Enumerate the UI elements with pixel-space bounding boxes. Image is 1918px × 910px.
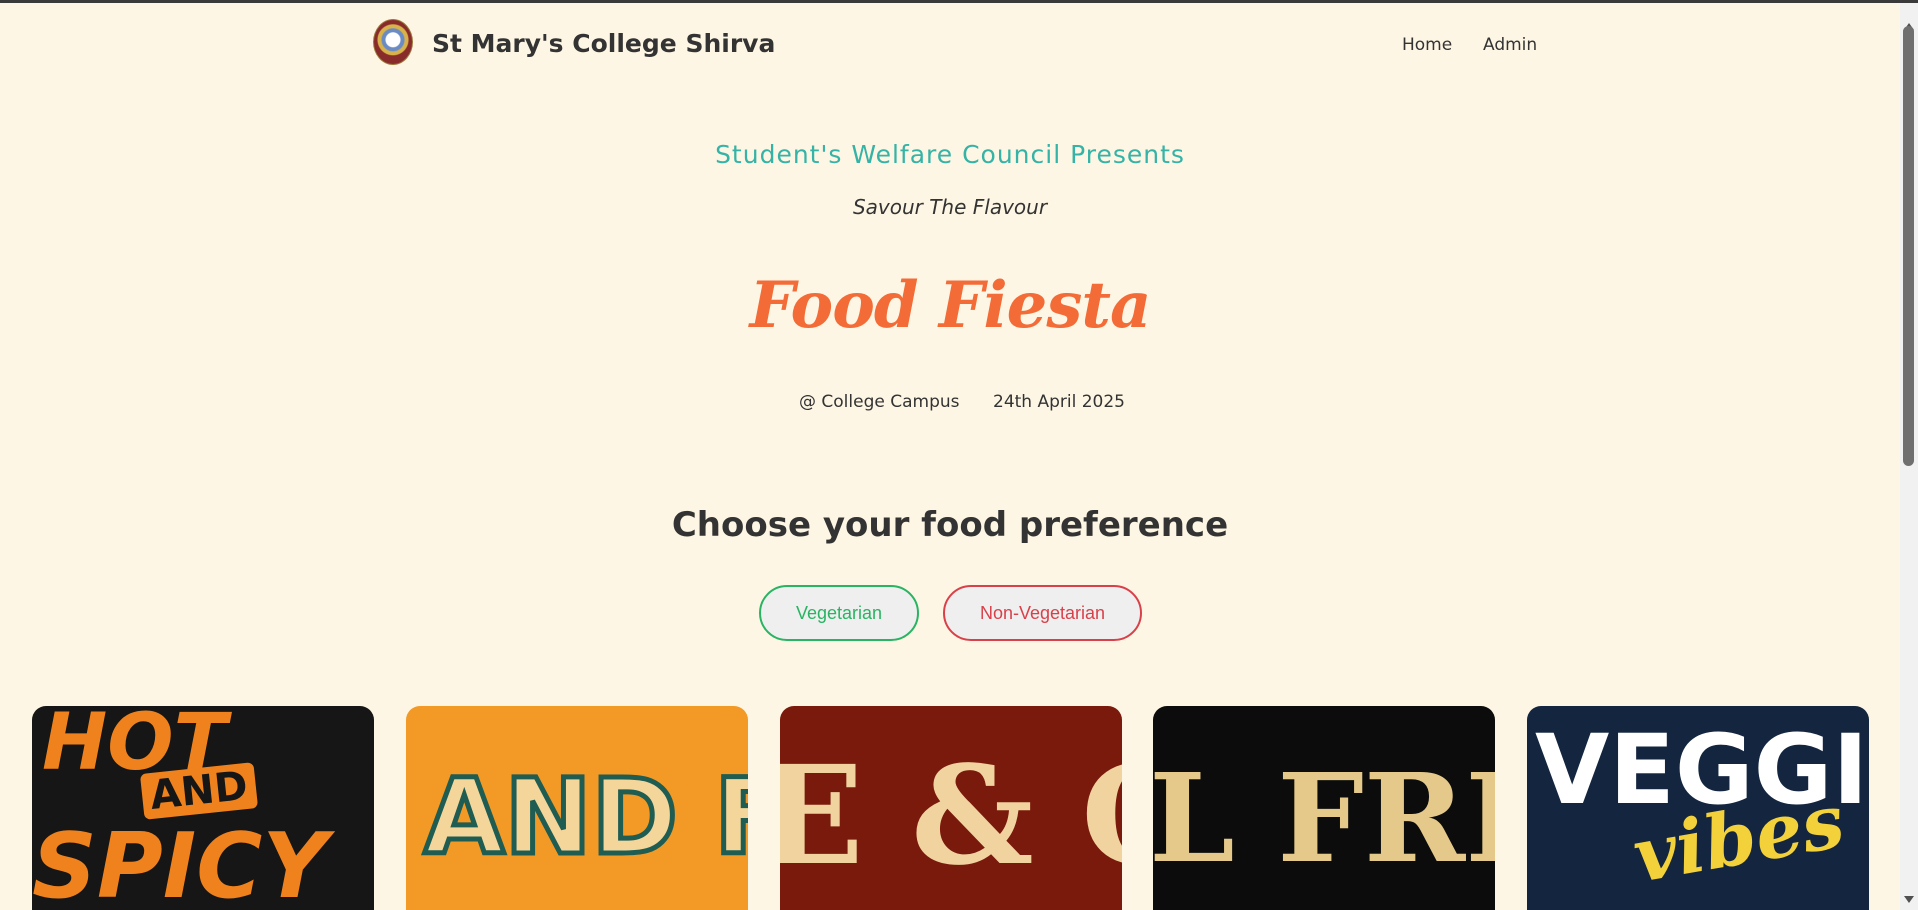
food-card-hot-and-spicy[interactable]: HOT AND SPICY bbox=[32, 706, 374, 910]
nav-home-link[interactable]: Home bbox=[1402, 35, 1452, 55]
food-card-2[interactable]: AND F bbox=[406, 706, 748, 910]
non-vegetarian-button[interactable]: Non-Vegetarian bbox=[943, 585, 1142, 641]
card-text: AND F bbox=[421, 754, 748, 881]
vegetarian-button[interactable]: Vegetarian bbox=[759, 585, 919, 641]
card-text: L FRI bbox=[1153, 746, 1495, 890]
tagline: Savour The Flavour bbox=[852, 195, 1048, 219]
food-card-3[interactable]: E & C bbox=[780, 706, 1122, 910]
preference-heading: Choose your food preference bbox=[671, 505, 1229, 545]
event-title: Food Fiesta bbox=[749, 268, 1152, 343]
food-card-veggie-vibes[interactable]: VEGGIE vibes bbox=[1527, 706, 1869, 910]
scrollbar-thumb[interactable] bbox=[1903, 26, 1914, 466]
card-text: E & C bbox=[780, 736, 1122, 896]
event-location: @ College Campus bbox=[799, 392, 960, 412]
vertical-scrollbar[interactable] bbox=[1900, 3, 1918, 910]
site-header: St Mary's College Shirva Home Admin bbox=[0, 3, 1900, 81]
card-text-line3: SPICY bbox=[32, 814, 328, 910]
nav-admin-link[interactable]: Admin bbox=[1483, 35, 1537, 55]
food-card-4[interactable]: L FRI bbox=[1153, 706, 1495, 910]
site-title[interactable]: St Mary's College Shirva bbox=[432, 29, 775, 58]
event-date: 24th April 2025 bbox=[993, 392, 1125, 412]
scroll-down-arrow-icon[interactable] bbox=[1904, 896, 1914, 903]
college-crest-icon[interactable] bbox=[373, 19, 413, 65]
presents-heading: Student's Welfare Council Presents bbox=[715, 140, 1185, 169]
